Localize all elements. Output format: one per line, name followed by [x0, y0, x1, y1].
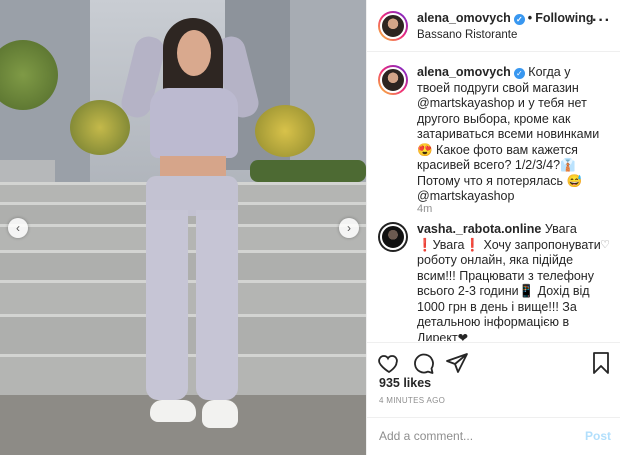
caption-username[interactable]: alena_omovych [417, 65, 511, 79]
post-comment-button[interactable]: Post [585, 429, 611, 443]
post-photo[interactable]: ‹ › [0, 0, 366, 455]
photo-tree [70, 100, 130, 155]
add-comment-bar: Post [367, 417, 620, 455]
photo-person-shoe [202, 400, 238, 428]
post-header: alena_omovych ✓ • Following Bassano Ristora… [367, 0, 620, 52]
comment-icon[interactable] [411, 351, 435, 375]
caption-text: Когда у твоей подруги свой магазин @mart… [417, 65, 600, 203]
photo-hedge [250, 160, 366, 182]
post-timestamp: 4 MINUTES AGO [379, 396, 446, 405]
photo-person-leg [146, 210, 188, 400]
photo-person-face [177, 30, 211, 76]
photo-building-right [290, 0, 366, 185]
comment-first-word: Увага [544, 222, 577, 236]
comment-like-icon[interactable]: ♡ [600, 238, 610, 251]
chevron-right-icon[interactable]: › [339, 218, 359, 238]
verified-icon: ✓ [513, 68, 525, 79]
photo-person-leg [196, 210, 238, 400]
caption-timestamp: 4m [417, 203, 433, 215]
comment-input[interactable] [379, 426, 569, 446]
comment-text-block: vasha._rabota.online Увага ❗Увага❗ Хочу … [417, 222, 605, 341]
photo-person-shoe [150, 400, 196, 422]
photo-person-top [150, 88, 238, 158]
post-author: alena_omovych ✓ • Following [417, 11, 594, 25]
heart-icon[interactable] [377, 351, 401, 375]
verified-icon: ✓ [513, 14, 525, 25]
post-location[interactable]: Bassano Ristorante [417, 29, 517, 41]
caption-text-block: alena_omovych ✓ Когда у твоей подруги сво… [417, 65, 605, 205]
avatar[interactable] [378, 65, 408, 95]
comments-list[interactable]: alena_omovych ✓ Когда у твоей подруги сво… [367, 53, 620, 341]
likes-count[interactable]: 935 likes [379, 376, 431, 390]
avatar[interactable] [378, 222, 408, 252]
comment-username[interactable]: vasha._rabota.online [417, 222, 541, 236]
author-username[interactable]: alena_omovych [417, 11, 511, 25]
separator-dot: • [527, 11, 533, 25]
comment-text: ❗Увага❗ Хочу запропонувати роботу онлайн… [417, 237, 601, 342]
following-button[interactable]: Following [535, 11, 593, 25]
avatar[interactable] [378, 11, 408, 41]
bookmark-icon[interactable] [589, 351, 613, 375]
share-icon[interactable] [445, 351, 469, 375]
post-side-panel: alena_omovych ✓ • Following Bassano Ristora… [366, 0, 620, 455]
photo-tree [255, 105, 315, 157]
chevron-left-icon[interactable]: ‹ [8, 218, 28, 238]
more-options-icon[interactable]: ··· [592, 12, 611, 30]
